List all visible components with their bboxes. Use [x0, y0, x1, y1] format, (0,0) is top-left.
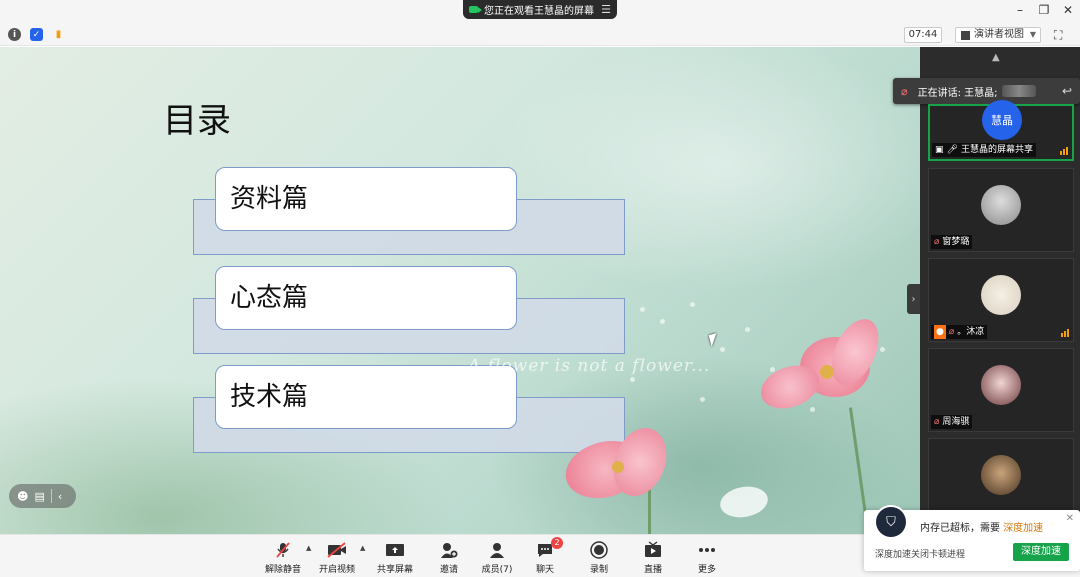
signal-strength-icon — [1060, 147, 1068, 155]
accelerate-button[interactable]: 深度加速 — [1013, 543, 1069, 561]
user-icon: ● — [934, 325, 946, 339]
minimize-button[interactable]: – — [1008, 3, 1032, 17]
panel-collapse-toggle[interactable]: › — [907, 284, 920, 314]
restore-button[interactable]: ❐ — [1032, 3, 1056, 17]
avatar — [981, 455, 1021, 495]
subtitle-icon[interactable]: ▤ — [34, 490, 44, 503]
toc-item: 资料篇 — [215, 167, 517, 231]
members-icon — [471, 541, 523, 559]
chevron-down-icon: ▼ — [1029, 30, 1036, 39]
participant-tile[interactable]: ⌀ 周海骐 — [928, 348, 1074, 432]
mic-muted-icon — [257, 541, 309, 559]
mic-muted-icon: ⌀ — [934, 417, 940, 427]
fullscreen-icon[interactable]: ⛶ — [1054, 28, 1062, 43]
participant-name: 王慧晶的屏幕共享 — [960, 145, 1033, 155]
video-options-caret[interactable]: ▲ — [360, 544, 365, 552]
live-label: 直播 — [643, 565, 662, 575]
divider — [50, 489, 52, 503]
invite-button[interactable]: 邀请 — [423, 541, 475, 575]
signal-strength-icon — [1061, 329, 1069, 337]
mic-muted-icon: ⌀ — [934, 237, 940, 247]
memory-warning-popup: ⛉ 内存已超标，需要 深度加速 ✕ 深度加速关闭卡顿进程 深度加速 — [864, 507, 1080, 571]
record-button[interactable]: 录制 — [573, 541, 625, 575]
view-mode-dropdown[interactable]: 演讲者视图 ▼ — [955, 27, 1041, 43]
menu-icon[interactable]: ☰ — [601, 3, 611, 16]
participant-name-tag: ⌀ 周海骐 — [931, 415, 973, 429]
screen-share-banner[interactable]: 您正在观看王慧晶的屏幕 ☰ — [463, 0, 617, 19]
warning-message: 内存已超标，需要 深度加速 — [920, 519, 1043, 534]
return-icon[interactable]: ↩ — [1062, 84, 1072, 98]
view-layout-icon — [961, 30, 970, 40]
shared-screen: 目录 资料篇 心态篇 技术篇 A flower is not a flower.… — [0, 47, 920, 534]
record-label: 录制 — [589, 565, 608, 575]
participant-name: 周海骐 — [942, 417, 970, 427]
script-watermark: A flower is not a flower... — [468, 356, 711, 376]
record-icon — [573, 541, 625, 559]
signal-icon[interactable]: ▮ — [52, 28, 65, 41]
participant-tile[interactable]: ● ⌀ 。沐凉 — [928, 258, 1074, 342]
emoji-icon[interactable]: ☻ — [17, 490, 28, 503]
chat-icon: 2 — [519, 537, 571, 559]
warning-text: 内存已超标，需要 — [920, 523, 1000, 534]
participant-tile[interactable]: ⌀ 窗梦璐 — [928, 168, 1074, 252]
unmute-button[interactable]: 解除静音 — [257, 541, 309, 575]
info-icon[interactable]: i — [8, 28, 21, 41]
warning-subtext: 深度加速关闭卡顿进程 — [875, 550, 966, 560]
mouse-cursor — [708, 333, 720, 347]
more-label: 更多 — [697, 565, 716, 575]
share-screen-icon — [369, 541, 421, 559]
reaction-toolbar[interactable]: ☻ ▤ ‹ — [9, 484, 76, 508]
view-mode-label: 演讲者视图 — [974, 29, 1024, 40]
toc-item: 心态篇 — [215, 266, 517, 330]
camera-icon — [469, 6, 482, 13]
participant-name-tag: ▣ 🎤︎ 王慧晶的屏幕共享 — [932, 143, 1036, 157]
mic-muted-icon: ⌀ — [948, 327, 955, 337]
participant-name-tag: ⌀ 窗梦璐 — [931, 235, 973, 249]
close-button[interactable]: ✕ — [1056, 3, 1080, 17]
blurred-name — [1001, 85, 1036, 97]
chat-button[interactable]: 2 聊天 — [519, 537, 571, 575]
share-banner-text: 您正在观看王慧晶的屏幕 — [484, 6, 594, 17]
start-video-button[interactable]: 开启视频 — [311, 541, 363, 575]
mic-icon: 🎤︎ — [946, 145, 958, 155]
avatar — [981, 365, 1021, 405]
meeting-toolbar: i ✓ ▮ 07:44 演讲者视图 ▼ ⛶ — [0, 24, 1080, 46]
mic-muted-icon: ⌀ — [901, 84, 908, 98]
members-button[interactable]: 成员(7) — [471, 541, 523, 575]
avatar — [981, 275, 1021, 315]
speaking-indicator: ⌀ 正在讲话: 王慧晶; ↩ — [893, 78, 1080, 104]
live-button[interactable]: 直播 — [627, 541, 679, 575]
shield-icon[interactable]: ✓ — [30, 28, 43, 41]
participant-name: 。沐凉 — [957, 327, 985, 337]
chevron-left-icon[interactable]: ‹ — [58, 490, 62, 503]
share-screen-button[interactable]: 共享屏幕 — [369, 541, 421, 575]
slide-title: 目录 — [163, 101, 231, 141]
title-bar: 您正在观看王慧晶的屏幕 ☰ – ❐ ✕ — [0, 0, 1080, 24]
speaking-label: 正在讲话: 王慧晶; — [917, 87, 998, 99]
avatar: 慧晶 — [982, 100, 1022, 140]
unread-badge: 2 — [551, 537, 563, 549]
participant-name: 窗梦璐 — [942, 237, 970, 247]
live-stream-icon — [627, 541, 679, 559]
chat-label: 聊天 — [535, 565, 554, 575]
meeting-timer: 07:44 — [904, 27, 942, 43]
screen-share-icon: ▣ — [935, 145, 944, 155]
participant-name-tag: ● ⌀ 。沐凉 — [931, 325, 988, 339]
unmute-label: 解除静音 — [264, 565, 301, 575]
warning-accent[interactable]: 深度加速 — [1003, 523, 1043, 534]
scroll-up-icon[interactable]: ▲ — [992, 52, 1000, 63]
invite-label: 邀请 — [439, 565, 458, 575]
video-off-icon — [311, 541, 363, 559]
start-video-label: 开启视频 — [318, 565, 355, 575]
meeting-window: 您正在观看王慧晶的屏幕 ☰ – ❐ ✕ i ✓ ▮ 07:44 演讲者视图 ▼ … — [0, 0, 1080, 577]
close-icon[interactable]: ✕ — [1066, 513, 1074, 524]
avatar — [981, 185, 1021, 225]
more-button[interactable]: 更多 — [681, 541, 733, 575]
share-screen-label: 共享屏幕 — [376, 565, 413, 575]
more-icon — [681, 541, 733, 559]
members-label: 成员(7) — [481, 565, 513, 575]
participant-tile[interactable]: 慧晶 ▣ 🎤︎ 王慧晶的屏幕共享 — [928, 100, 1074, 161]
shield-icon: ⛉ — [876, 507, 906, 537]
add-user-icon — [423, 541, 475, 559]
